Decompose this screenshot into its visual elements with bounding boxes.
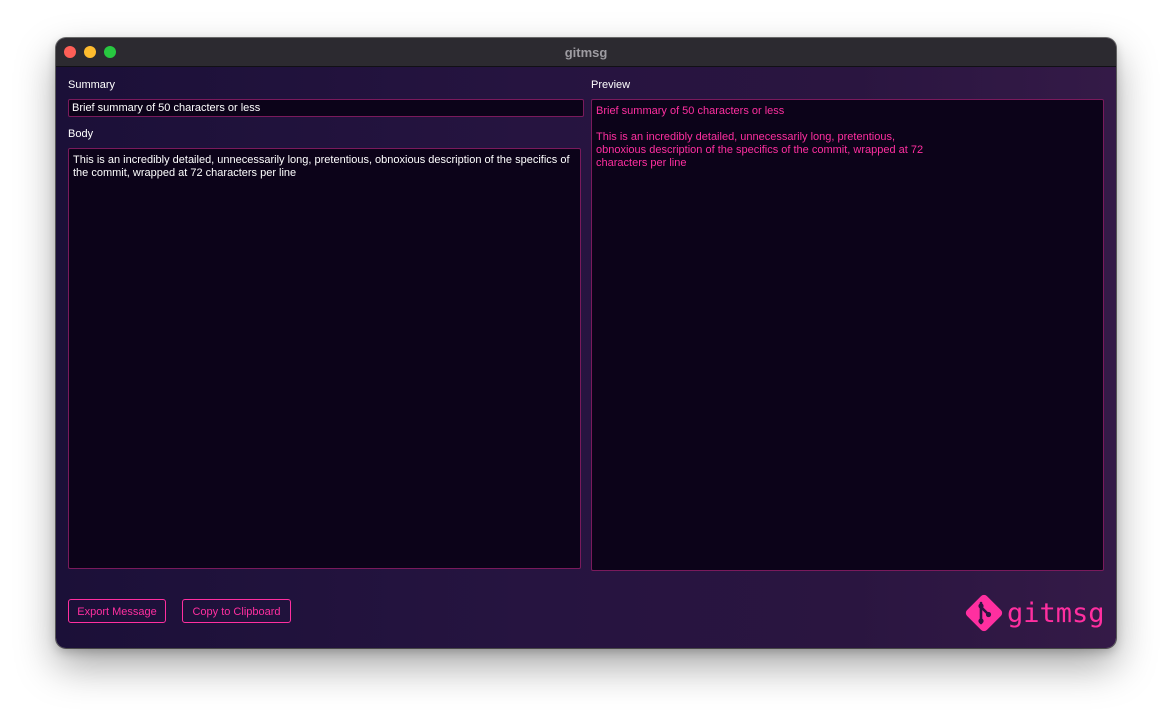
preview-body: This is an incredibly detailed, unnecess… [596, 131, 924, 169]
window-title: gitmsg [564, 45, 608, 60]
app-window: gitmsg Summary Brief summary of 50 chara… [56, 38, 1116, 648]
title-bar[interactable]: gitmsg [56, 38, 1116, 67]
preview-pane: Brief summary of 50 characters or less T… [591, 99, 1104, 571]
preview-label: Preview [591, 79, 631, 91]
body-textarea[interactable]: This is an incredibly detailed, unnecess… [68, 148, 581, 569]
summary-input[interactable]: Brief summary of 50 characters or less [68, 99, 584, 117]
gitmsg-logo: gitmsg [964, 593, 1105, 633]
git-diamond-icon [965, 594, 1003, 632]
summary-label: Summary [68, 79, 116, 91]
export-message-button[interactable]: Export Message [68, 599, 166, 623]
logo-text: gitmsg [1007, 597, 1105, 629]
copy-to-clipboard-button[interactable]: Copy to Clipboard [182, 599, 291, 623]
preview-summary: Brief summary of 50 characters or less [596, 105, 785, 117]
body-label: Body [68, 128, 94, 140]
